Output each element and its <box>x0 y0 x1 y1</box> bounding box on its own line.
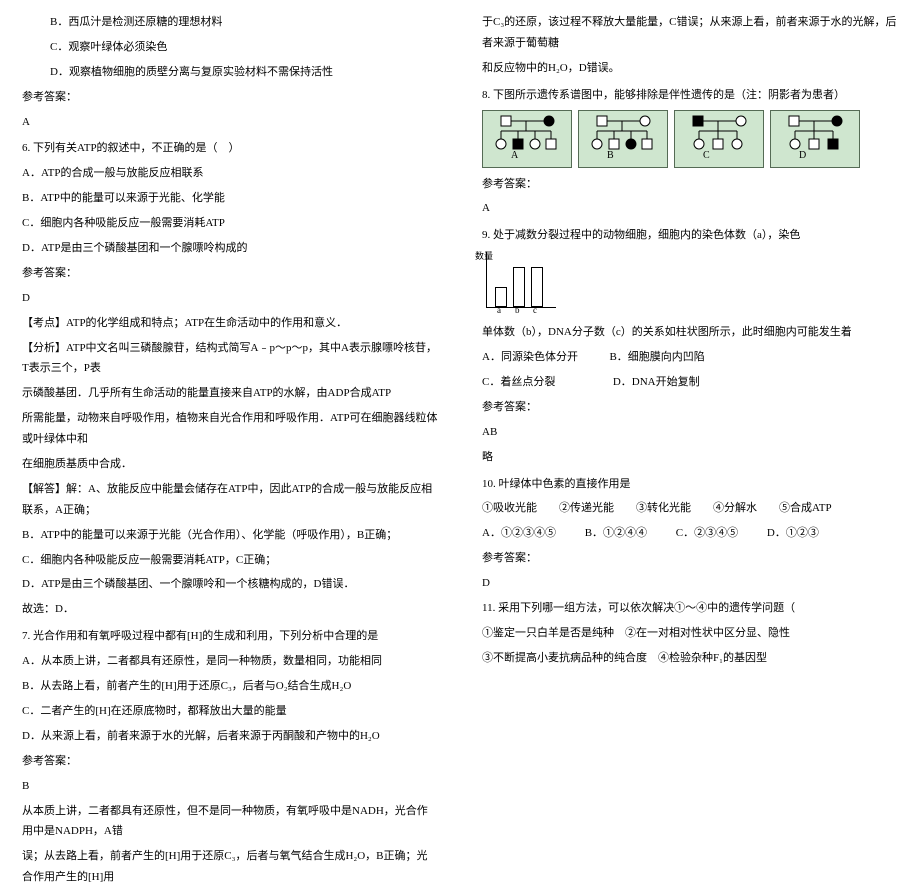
pedigree-c: C <box>674 110 764 168</box>
fenxi-line: 所需能量，动物来自呼吸作用，植物来自光合作用和呼吸作用．ATP可在细胞器线粒体或… <box>22 408 438 450</box>
q9-row1: A．同源染色体分开 B．细胞膜向内凹陷 <box>482 347 898 368</box>
q9-opt-b: B．细胞膜向内凹陷 <box>609 351 704 363</box>
answer-label: 参考答案： <box>22 751 438 772</box>
q7-title: 7. 光合作用和有氧呼吸过程中都有[H]的生成和利用，下列分析中合理的是 <box>22 626 438 647</box>
q6-d: D．ATP是由三个磷酸基团和一个腺嘌呤构成的 <box>22 238 438 259</box>
cont-line: 和反应物中的H₂O，D错误。 <box>482 58 898 79</box>
jieda-line: 【解答】解：A、放能反应中能量会储存在ATP中，因此ATP的合成一般与放能反应相… <box>22 479 438 521</box>
pedigree-icon <box>579 111 669 155</box>
q9-opt-c: C．着丝点分裂 <box>482 376 555 388</box>
answer-label: 参考答案： <box>22 263 438 284</box>
fenxi-line: 【分析】ATP中文名叫三磷酸腺苷，结构式简写A﹣p～p～p，其中A表示腺嘌呤核苷… <box>22 338 438 380</box>
q7-a: A．从本质上讲，二者都具有还原性，是同一种物质，数量相同，功能相同 <box>22 651 438 672</box>
q8-title: 8. 下图所示遗传系谱图中，能够排除是伴性遗传的是（注：阴影者为患者） <box>482 85 898 106</box>
q10-c: C．②③④⑤ <box>676 527 738 539</box>
q10-opts: A．①②③④⑤ B．①②④④ C．②③④⑤ D．①②③ <box>482 523 898 544</box>
q6-c: C．细胞内各种吸能反应一般需要消耗ATP <box>22 213 438 234</box>
q11-line: ①鉴定一只白羊是否是纯种 ②在一对相对性状中区分显、隐性 <box>482 623 898 644</box>
q11-line: 11. 采用下列哪一组方法，可以依次解决①～④中的遗传学问题（ <box>482 598 898 619</box>
y-axis-label: 数量 <box>475 248 493 265</box>
answer-value: B <box>22 776 438 797</box>
bar-chart: 数量 a b c <box>486 252 556 308</box>
pedigree-label: D <box>799 146 806 165</box>
pedigree-row: A B <box>482 110 898 168</box>
q7-b: B．从去路上看，前者产生的[H]用于还原C₃，后者与O₂结合生成H₂O <box>22 676 438 697</box>
q10-d: D．①②③ <box>767 527 819 539</box>
q9-line1: 9. 处于减数分裂过程中的动物细胞，细胞内的染色体数（a），染色 <box>482 225 898 246</box>
x-tick: c <box>533 302 537 319</box>
fenxi-line: 示磷酸基团．几乎所有生命活动的能量直接来自ATP的水解，由ADP合成ATP <box>22 383 438 404</box>
answer-value: D <box>22 288 438 309</box>
cont-line: 于C₃的还原，该过程不释放大量能量，C错误；从来源上看，前者来源于水的光解，后者… <box>482 12 898 54</box>
fenxi-line: 在细胞质基质中合成． <box>22 454 438 475</box>
answer-label: 参考答案： <box>482 174 898 195</box>
q6-b: B．ATP中的能量可以来源于光能、化学能 <box>22 188 438 209</box>
answer-label: 参考答案： <box>482 397 898 418</box>
jieda-line: 故选：D． <box>22 599 438 620</box>
x-tick: b <box>515 302 520 319</box>
answer-label: 参考答案： <box>22 87 438 108</box>
jieda-line: C．细胞内各种吸能反应一般需要消耗ATP，C正确； <box>22 550 438 571</box>
pedigree-icon <box>771 111 861 155</box>
explain-line: 误；从去路上看，前者产生的[H]用于还原C₃，后者与氧气结合生成H₂O，B正确；… <box>22 846 438 888</box>
q9-opt-a: A．同源染色体分开 <box>482 351 578 363</box>
pedigree-label: A <box>511 146 518 165</box>
prev-opt-c: C．观察叶绿体必须染色 <box>50 37 438 58</box>
q9-line2: 单体数（b），DNA分子数（c）的关系如柱状图所示，此时细胞内可能发生着 <box>482 322 898 343</box>
answer-value: A <box>22 112 438 133</box>
q10-b: B．①②④④ <box>585 527 647 539</box>
pedigree-label: B <box>607 146 614 165</box>
q7-c: C．二者产生的[H]在还原底物时，都释放出大量的能量 <box>22 701 438 722</box>
q9-row2: C．着丝点分裂 D．DNA开始复制 <box>482 372 898 393</box>
pedigree-icon <box>483 111 573 155</box>
q6-title: 6. 下列有关ATP的叙述中，不正确的是（ ） <box>22 138 438 159</box>
answer-value: AB <box>482 422 898 443</box>
x-tick: a <box>497 302 501 319</box>
jieda-line: D．ATP是由三个磷酸基团、一个腺嘌呤和一个核糖构成的，D错误． <box>22 574 438 595</box>
answer-value: D <box>482 573 898 594</box>
q10-a: A．①②③④⑤ <box>482 527 556 539</box>
prev-opt-b: B．西瓜汁是检测还原糖的理想材料 <box>50 12 438 33</box>
pedigree-icon <box>675 111 765 155</box>
pedigree-a: A <box>482 110 572 168</box>
pedigree-b: B <box>578 110 668 168</box>
explain-line: 从本质上讲，二者都具有还原性，但不是同一种物质，有氧呼吸中是NADH，光合作用中… <box>22 801 438 843</box>
pedigree-label: C <box>703 146 710 165</box>
answer-label: 参考答案： <box>482 548 898 569</box>
q6-a: A．ATP的合成一般与放能反应相联系 <box>22 163 438 184</box>
kaodian: 【考点】ATP的化学组成和特点；ATP在生命活动中的作用和意义． <box>22 313 438 334</box>
pedigree-d: D <box>770 110 860 168</box>
q9-opt-d: D．DNA开始复制 <box>613 376 700 388</box>
q7-d: D．从来源上看，前者来源于水的光解，后者来源于丙酮酸和产物中的H₂O <box>22 726 438 747</box>
jieda-line: B．ATP中的能量可以来源于光能（光合作用）、化学能（呼吸作用），B正确； <box>22 525 438 546</box>
answer-value: A <box>482 198 898 219</box>
lue: 略 <box>482 447 898 468</box>
q10-title: 10. 叶绿体中色素的直接作用是 <box>482 474 898 495</box>
prev-opt-d: D．观察植物细胞的质壁分离与复原实验材料不需保持活性 <box>50 62 438 83</box>
q10-items: ①吸收光能 ②传递光能 ③转化光能 ④分解水 ⑤合成ATP <box>482 498 898 519</box>
